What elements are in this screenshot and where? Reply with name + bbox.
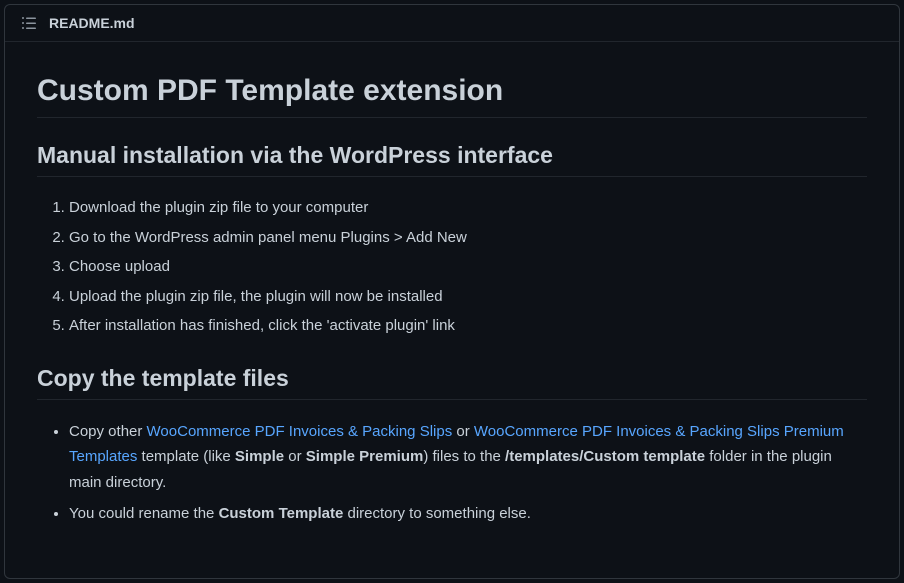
- copy-steps: Copy other WooCommerce PDF Invoices & Pa…: [37, 416, 867, 530]
- list-item: Go to the WordPress admin panel menu Plu…: [69, 223, 867, 253]
- list-item: Copy other WooCommerce PDF Invoices & Pa…: [69, 416, 867, 499]
- list-item: You could rename the Custom Template dir…: [69, 498, 867, 530]
- emphasis: /templates/Custom template: [505, 448, 705, 465]
- emphasis: Simple: [235, 448, 284, 465]
- list-item: Download the plugin zip file to your com…: [69, 193, 867, 223]
- link-wc-pdf-invoices[interactable]: WooCommerce PDF Invoices & Packing Slips: [147, 423, 453, 440]
- readme-content: Custom PDF Template extension Manual ins…: [5, 42, 899, 578]
- emphasis: Custom Template: [219, 505, 344, 522]
- readme-panel: README.md Custom PDF Template extension …: [4, 4, 900, 579]
- readme-header: README.md: [5, 5, 899, 42]
- list-item: Upload the plugin zip file, the plugin w…: [69, 282, 867, 312]
- list-icon[interactable]: [21, 15, 37, 31]
- section-copy: Copy the template files: [37, 365, 867, 400]
- file-name[interactable]: README.md: [49, 15, 135, 31]
- list-item: Choose upload: [69, 252, 867, 282]
- emphasis: Simple Premium: [306, 448, 424, 465]
- list-item: After installation has finished, click t…: [69, 311, 867, 341]
- page-title: Custom PDF Template extension: [37, 74, 867, 118]
- install-steps: Download the plugin zip file to your com…: [37, 193, 867, 341]
- section-installation: Manual installation via the WordPress in…: [37, 142, 867, 177]
